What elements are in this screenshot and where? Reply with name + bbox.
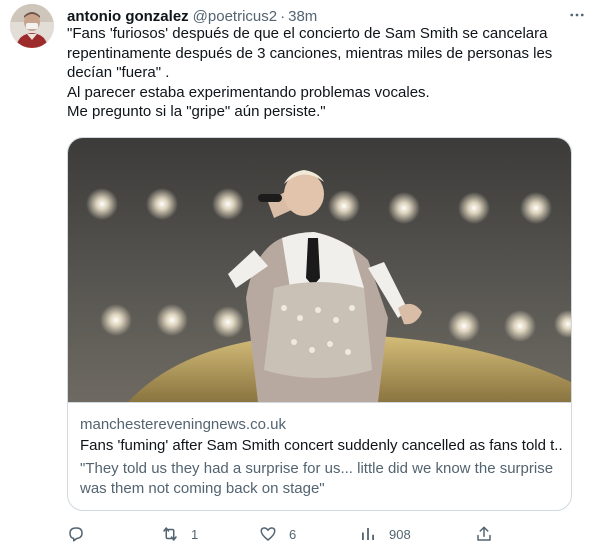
avatar[interactable] [10,4,54,48]
tweet-actions: 1 6 908 [67,524,507,544]
card-title[interactable]: Fans 'fuming' after Sam Smith concert su… [80,437,564,454]
tweet-text-line: Al parecer estaba experimentando problem… [67,83,430,101]
tweet-text-line: repentinamente después de 3 canciones, m… [67,44,553,62]
retweet-count: 1 [191,526,199,542]
tweet-text-line: "Fans 'furiosos' después de que el conci… [67,25,548,42]
like-button[interactable]: 6 [259,524,296,544]
like-count: 6 [289,526,297,542]
more-icon [570,13,584,17]
card-image[interactable] [68,138,571,402]
tweet[interactable]: antonio gonzalez @poetricus2 · 38m "Fans… [0,0,594,552]
views-count: 908 [389,526,411,542]
more-options-button[interactable] [566,4,588,26]
concert-photo [68,138,571,402]
share-icon [477,526,491,541]
tweet-text-line: decían "fuera" . [67,64,170,81]
reply-button[interactable] [67,524,97,544]
tweet-text-line: Me pregunto si la "gripe" aún persiste." [67,103,326,120]
views-icon [362,528,374,540]
author-display-name[interactable]: antonio gonzalez [67,8,189,25]
author-handle[interactable]: @poetricus2 [193,8,277,25]
reply-icon [69,527,83,542]
tweet-timestamp[interactable]: 38m [288,8,317,25]
retweet-button[interactable]: 1 [161,524,198,544]
retweet-icon [163,527,177,541]
tweet-text: "Fans 'furiosos' después de que el conci… [67,24,572,122]
card-domain: manchestereveningnews.co.uk [80,416,286,433]
tweet-header: antonio gonzalez @poetricus2 · 38m [67,6,554,26]
avatar-image [10,4,54,48]
link-card[interactable]: manchestereveningnews.co.uk Fans 'fuming… [67,137,572,511]
separator-dot: · [280,7,286,25]
card-divider [68,402,571,403]
heart-icon [260,527,276,541]
share-button[interactable] [475,524,493,544]
card-description: "They told us they had a surprise for us… [80,460,554,497]
views-button[interactable]: 908 [359,524,411,544]
